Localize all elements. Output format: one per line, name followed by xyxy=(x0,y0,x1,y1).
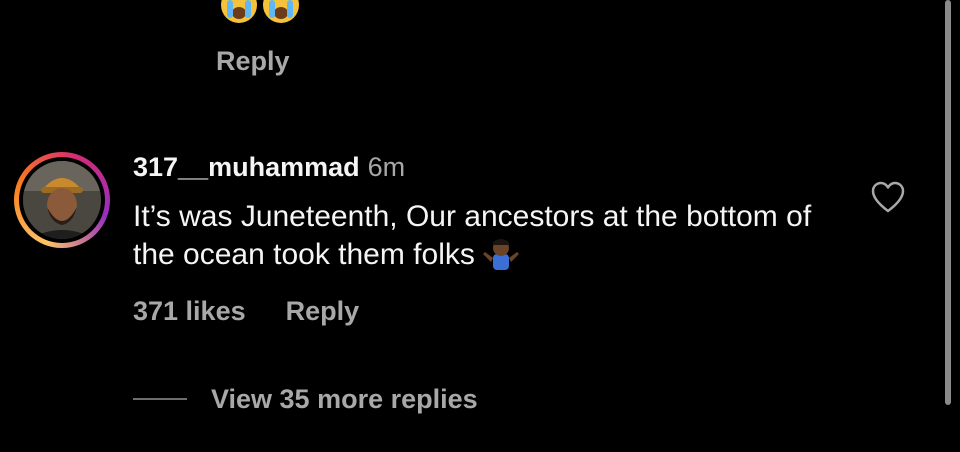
avatar-photo xyxy=(23,161,101,239)
comment-text: It’s was Juneteenth, Our ancestors at th… xyxy=(133,198,833,280)
likes-count[interactable]: 371 likes xyxy=(133,296,246,326)
comment-actions: 371 likes Reply xyxy=(133,294,359,328)
comment-header: 317__muhammad 6m xyxy=(133,150,405,184)
previous-comment-emojis xyxy=(220,0,300,24)
previous-comment-reply-button[interactable]: Reply xyxy=(216,46,290,77)
divider-line xyxy=(133,398,187,400)
scrollbar[interactable] xyxy=(945,0,951,405)
crying-face-icon xyxy=(221,0,257,23)
comment-text-content: It’s was Juneteenth, Our ancestors at th… xyxy=(133,200,812,271)
heart-icon[interactable] xyxy=(870,180,906,214)
crying-face-icon xyxy=(263,0,299,23)
avatar[interactable] xyxy=(14,152,110,248)
comment-timestamp: 6m xyxy=(367,152,406,182)
reply-button[interactable]: Reply xyxy=(286,296,360,326)
person-shrugging-icon xyxy=(482,239,519,270)
profile-photo-icon xyxy=(23,161,101,239)
view-more-replies-button[interactable]: View 35 more replies xyxy=(133,382,478,416)
view-more-replies-label: View 35 more replies xyxy=(211,384,478,414)
username-link[interactable]: 317__muhammad xyxy=(133,152,360,182)
